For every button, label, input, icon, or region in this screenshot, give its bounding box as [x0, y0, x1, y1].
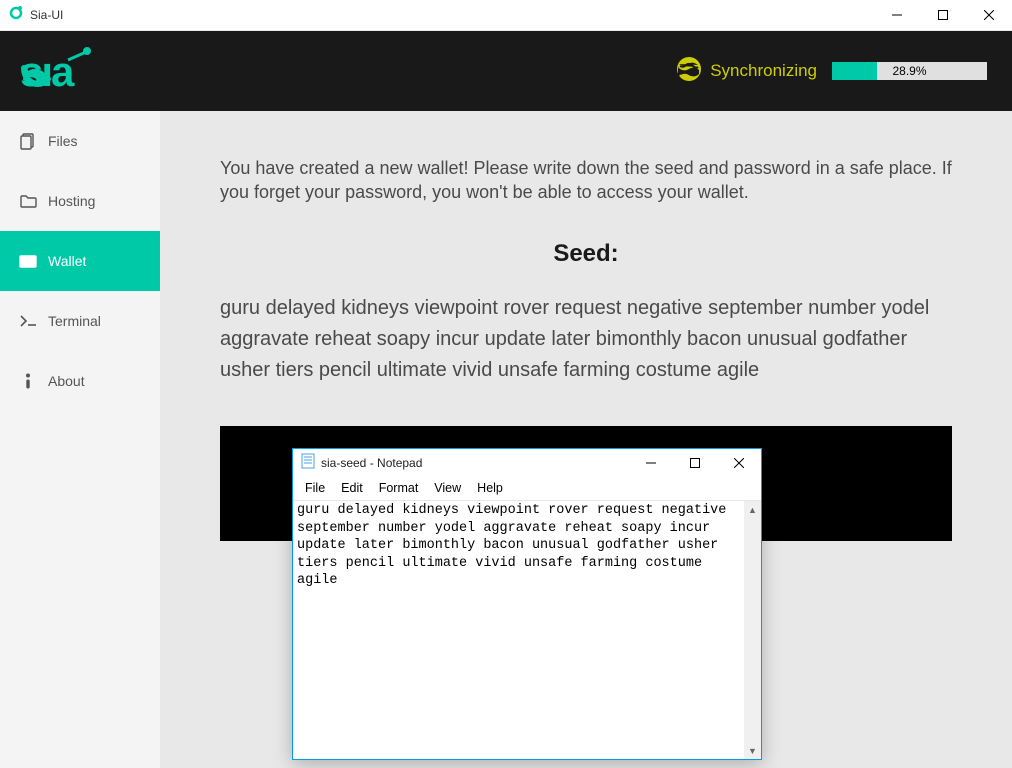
folder-icon [18, 194, 38, 209]
sia-favicon [8, 5, 24, 26]
notepad-maximize-button[interactable] [673, 449, 717, 477]
sia-window-titlebar: Sia-UI [0, 0, 1012, 31]
info-icon [18, 373, 38, 389]
notepad-close-button[interactable] [717, 449, 761, 477]
close-button[interactable] [966, 0, 1012, 30]
files-icon [18, 133, 38, 150]
sidebar-item-hosting[interactable]: Hosting [0, 171, 160, 231]
sia-logo: sıa [20, 46, 112, 97]
wallet-intro-text: You have created a new wallet! Please wr… [220, 156, 952, 205]
seed-heading: Seed: [220, 240, 952, 268]
sidebar-item-label: Terminal [48, 313, 101, 329]
notepad-window-title: sia-seed - Notepad [321, 456, 422, 470]
sidebar-item-label: Files [48, 133, 78, 149]
notepad-minimize-button[interactable] [629, 449, 673, 477]
sidebar-item-label: Hosting [48, 193, 95, 209]
notepad-scrollbar[interactable]: ▲ ▼ [744, 501, 761, 759]
sidebar-item-label: Wallet [48, 253, 86, 269]
seed-words: guru delayed kidneys viewpoint rover req… [220, 293, 952, 386]
notepad-menu-file[interactable]: File [299, 479, 331, 497]
notepad-menu-edit[interactable]: Edit [335, 479, 369, 497]
notepad-icon [301, 453, 315, 474]
sidebar-item-label: About [48, 373, 85, 389]
notepad-menu-view[interactable]: View [428, 479, 467, 497]
sidebar: Files Hosting Wallet Terminal About [0, 111, 160, 768]
scroll-up-arrow-icon[interactable]: ▲ [744, 501, 761, 518]
svg-text:sıa: sıa [20, 48, 75, 92]
globe-icon [676, 56, 702, 87]
notepad-titlebar[interactable]: sia-seed - Notepad [293, 449, 761, 477]
notepad-menu-help[interactable]: Help [471, 479, 509, 497]
notepad-window[interactable]: sia-seed - Notepad File Edit Format View… [292, 448, 762, 760]
sync-progress-pct: 28.9% [832, 62, 987, 80]
sidebar-item-wallet[interactable]: Wallet [0, 231, 160, 291]
scroll-down-arrow-icon[interactable]: ▼ [744, 742, 761, 759]
maximize-button[interactable] [920, 0, 966, 30]
notepad-text-area[interactable]: guru delayed kidneys viewpoint rover req… [293, 501, 761, 759]
wallet-icon [18, 255, 38, 268]
app-header: sıa Synchronizing 28.9% [0, 31, 1012, 111]
notepad-menu-format[interactable]: Format [373, 479, 425, 497]
minimize-button[interactable] [874, 0, 920, 30]
sidebar-item-terminal[interactable]: Terminal [0, 291, 160, 351]
notepad-menubar: File Edit Format View Help [293, 477, 761, 500]
sidebar-item-about[interactable]: About [0, 351, 160, 411]
sync-progress-bar: 28.9% [832, 62, 987, 80]
terminal-icon [18, 315, 38, 327]
sia-window-title: Sia-UI [30, 8, 63, 22]
sync-label: Synchronizing [710, 61, 817, 81]
notepad-body: guru delayed kidneys viewpoint rover req… [293, 500, 761, 759]
sync-status: Synchronizing 28.9% [676, 56, 987, 87]
sidebar-item-files[interactable]: Files [0, 111, 160, 171]
